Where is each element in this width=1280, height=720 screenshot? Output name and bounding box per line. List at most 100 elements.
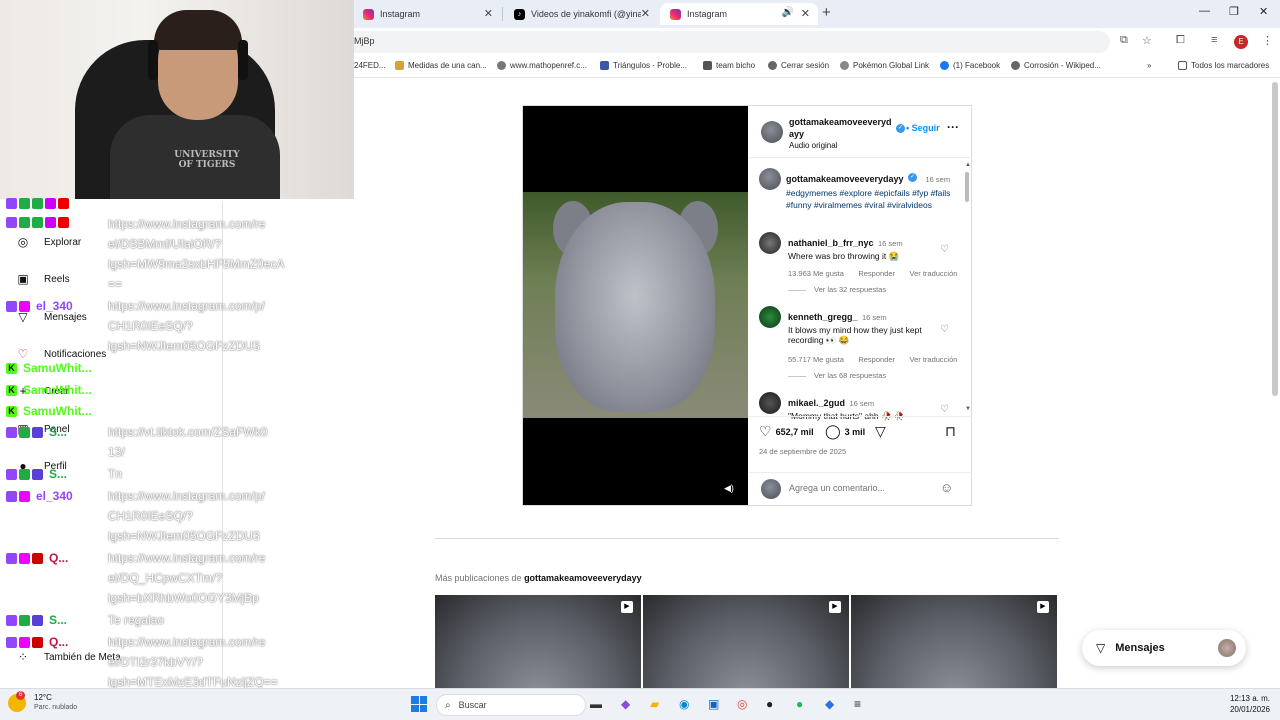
bookmark[interactable]: Triángulos - Proble... [600,61,687,70]
spotify-icon[interactable]: ● [796,697,803,711]
close-icon[interactable]: ✕ [801,7,810,20]
windows-start-icon[interactable] [411,696,427,712]
clock-time: 12:13 a. m. [1229,694,1270,703]
twitch-badge-icon [6,426,17,438]
save-button[interactable]: ⊓ [945,423,960,440]
address-bar[interactable]: MjBp [340,31,1110,53]
taskbar-search[interactable]: ⌕ Buscar [436,694,586,716]
more-options-icon[interactable]: ··· [947,120,959,134]
nav-explore[interactable]: ◎ Explorar [16,235,82,249]
commenter-avatar[interactable] [759,392,781,414]
edge-icon[interactable]: ◉ [679,697,689,711]
speaker-icon[interactable]: 🔊 [782,7,794,18]
app-icon[interactable]: ◆ [825,697,834,711]
comment-author[interactable]: kenneth_gregg_ [788,312,858,322]
bookmark[interactable]: Pokémon Global Link [840,61,929,70]
comment-likes[interactable]: 55.717 Me gusta [788,355,844,364]
chat-message: https://www.instagram.com/re el/DQ_HCpwC… [108,551,266,605]
like-comment-icon[interactable]: ♡ [940,244,949,255]
clock[interactable]: 12:13 a. m. 20/01/2026 [1230,693,1270,715]
like-comment-icon[interactable]: ♡ [940,404,949,415]
translate-button[interactable]: Ver traducción [909,355,957,364]
restore-icon[interactable]: ❐ [1229,5,1239,18]
kick-icon: K [6,362,17,374]
follow-button[interactable]: • Seguir [906,123,940,133]
app-icon[interactable]: ▣ [708,697,719,711]
nav-notifications[interactable]: ♡ Notificaciones [16,347,107,361]
bookmark[interactable]: team bicho [703,61,755,70]
reply-button[interactable]: Responder [858,269,895,278]
like-button[interactable]: ♡ 652,7 mil [759,423,814,440]
heart-badge-icon [19,490,30,502]
app-icon[interactable]: ≡ [854,697,861,711]
all-bookmarks[interactable]: Todos los marcadores [1178,61,1269,70]
tab-instagram-active[interactable]: Instagram 🔊 ✕ [660,3,818,25]
translate-button[interactable]: Ver traducción [909,269,957,278]
minimize-icon[interactable]: — [1199,5,1210,17]
view-replies[interactable]: Ver las 32 respuestas [788,285,886,294]
media-icon[interactable]: ≡ [1211,34,1217,46]
bookmark[interactable]: Corrosión - Wikiped... [1011,61,1101,70]
profile-avatar[interactable]: E [1234,35,1248,49]
obs-icon[interactable]: ● [766,697,773,711]
verified-icon: ✓ [908,173,918,183]
bookmark[interactable]: 24FED... [354,61,386,70]
post-thumbnail[interactable]: ▶ [643,595,849,688]
reel-video[interactable]: ◀) [523,106,748,505]
bookmark[interactable]: Cerrar sesión [768,61,829,70]
scroll-down-icon[interactable]: ▼ [965,406,971,412]
messages-button[interactable]: ▽ Mensajes [1082,630,1246,666]
chat-username: Q... [49,635,69,649]
author-avatar[interactable] [761,121,783,143]
chat-message: https://www.instagram.com/re el/DTI2r37k… [108,635,278,689]
emoji-icon[interactable]: ☺ [940,480,953,495]
nav-meta[interactable]: ⁘ También de Meta [16,650,121,664]
close-icon[interactable]: ✕ [484,7,493,20]
post-thumbnail[interactable]: ▶ [851,595,1057,688]
new-tab-button[interactable]: + [822,4,831,21]
close-icon[interactable]: ✕ [641,7,650,20]
reply-button[interactable]: Responder [858,355,895,364]
install-icon[interactable]: ⧉ [1120,34,1128,47]
folder-icon[interactable]: ▰ [650,697,659,711]
like-comment-icon[interactable]: ♡ [940,324,949,335]
comment-input[interactable] [789,483,939,493]
file-explorer-icon[interactable]: ▬ [590,697,602,711]
bookmark[interactable]: www.mathopenref.c... [497,61,587,70]
commenter-avatar[interactable] [759,232,781,254]
facebook-icon [940,61,949,70]
commenter-avatar[interactable] [759,306,781,328]
speaker-icon[interactable]: ◀) [724,483,736,495]
share-button[interactable]: ▽ [875,423,890,440]
scrollbar-thumb[interactable] [965,172,969,202]
tab-instagram-1[interactable]: Instagram ✕ [353,3,501,25]
caption-hashtags[interactable]: #edgymemes #explore #epicfails #fyp #fai… [786,187,961,211]
more-posts-user[interactable]: gottamakeamoveeverydayy [524,573,642,583]
comment-author[interactable]: nathaniel_b_frr_nyc [788,238,874,248]
star-icon[interactable]: ☆ [1142,34,1152,47]
page-scrollbar[interactable] [1272,82,1278,396]
view-replies[interactable]: Ver las 68 respuestas [788,371,886,380]
more-bookmarks-icon[interactable]: » [1147,61,1151,70]
window-close-icon[interactable]: ✕ [1259,5,1268,18]
scroll-up-icon[interactable]: ▲ [965,162,971,168]
chrome-icon[interactable]: ◎ [737,697,747,711]
audio-label[interactable]: Audio original [789,141,837,150]
bookmark[interactable]: (1) Facebook [940,61,1000,70]
comment-author[interactable]: mikael._2gud [788,398,845,408]
menu-icon[interactable]: ⋮ [1262,34,1273,47]
caption-author[interactable]: gottamakeamoveeverydayy [786,174,904,184]
comments-scrollbar[interactable]: ▲ ▼ [965,162,971,412]
store-icon[interactable]: ◆ [621,697,630,711]
post-author[interactable]: gottamakeamoveeveryd ayy [789,116,899,140]
extensions-icon[interactable]: ⧠ [1176,34,1185,47]
comment-likes[interactable]: 13.963 Me gusta [788,269,844,278]
weather-widget[interactable]: 6 12°C Parc. nublado [8,691,77,713]
caption-time: 16 sem [925,175,951,184]
tab-tiktok[interactable]: ♪ Videos de yinakomfi (@yinakom ✕ [504,3,658,25]
comment-button[interactable]: ◯ 3 mil [825,423,865,440]
nav-reels[interactable]: ▣ Reels [16,272,69,286]
author-avatar[interactable] [759,168,781,190]
post-thumbnail[interactable]: ▶ [435,595,641,688]
bookmark[interactable]: Medidas de una can... [395,61,487,70]
